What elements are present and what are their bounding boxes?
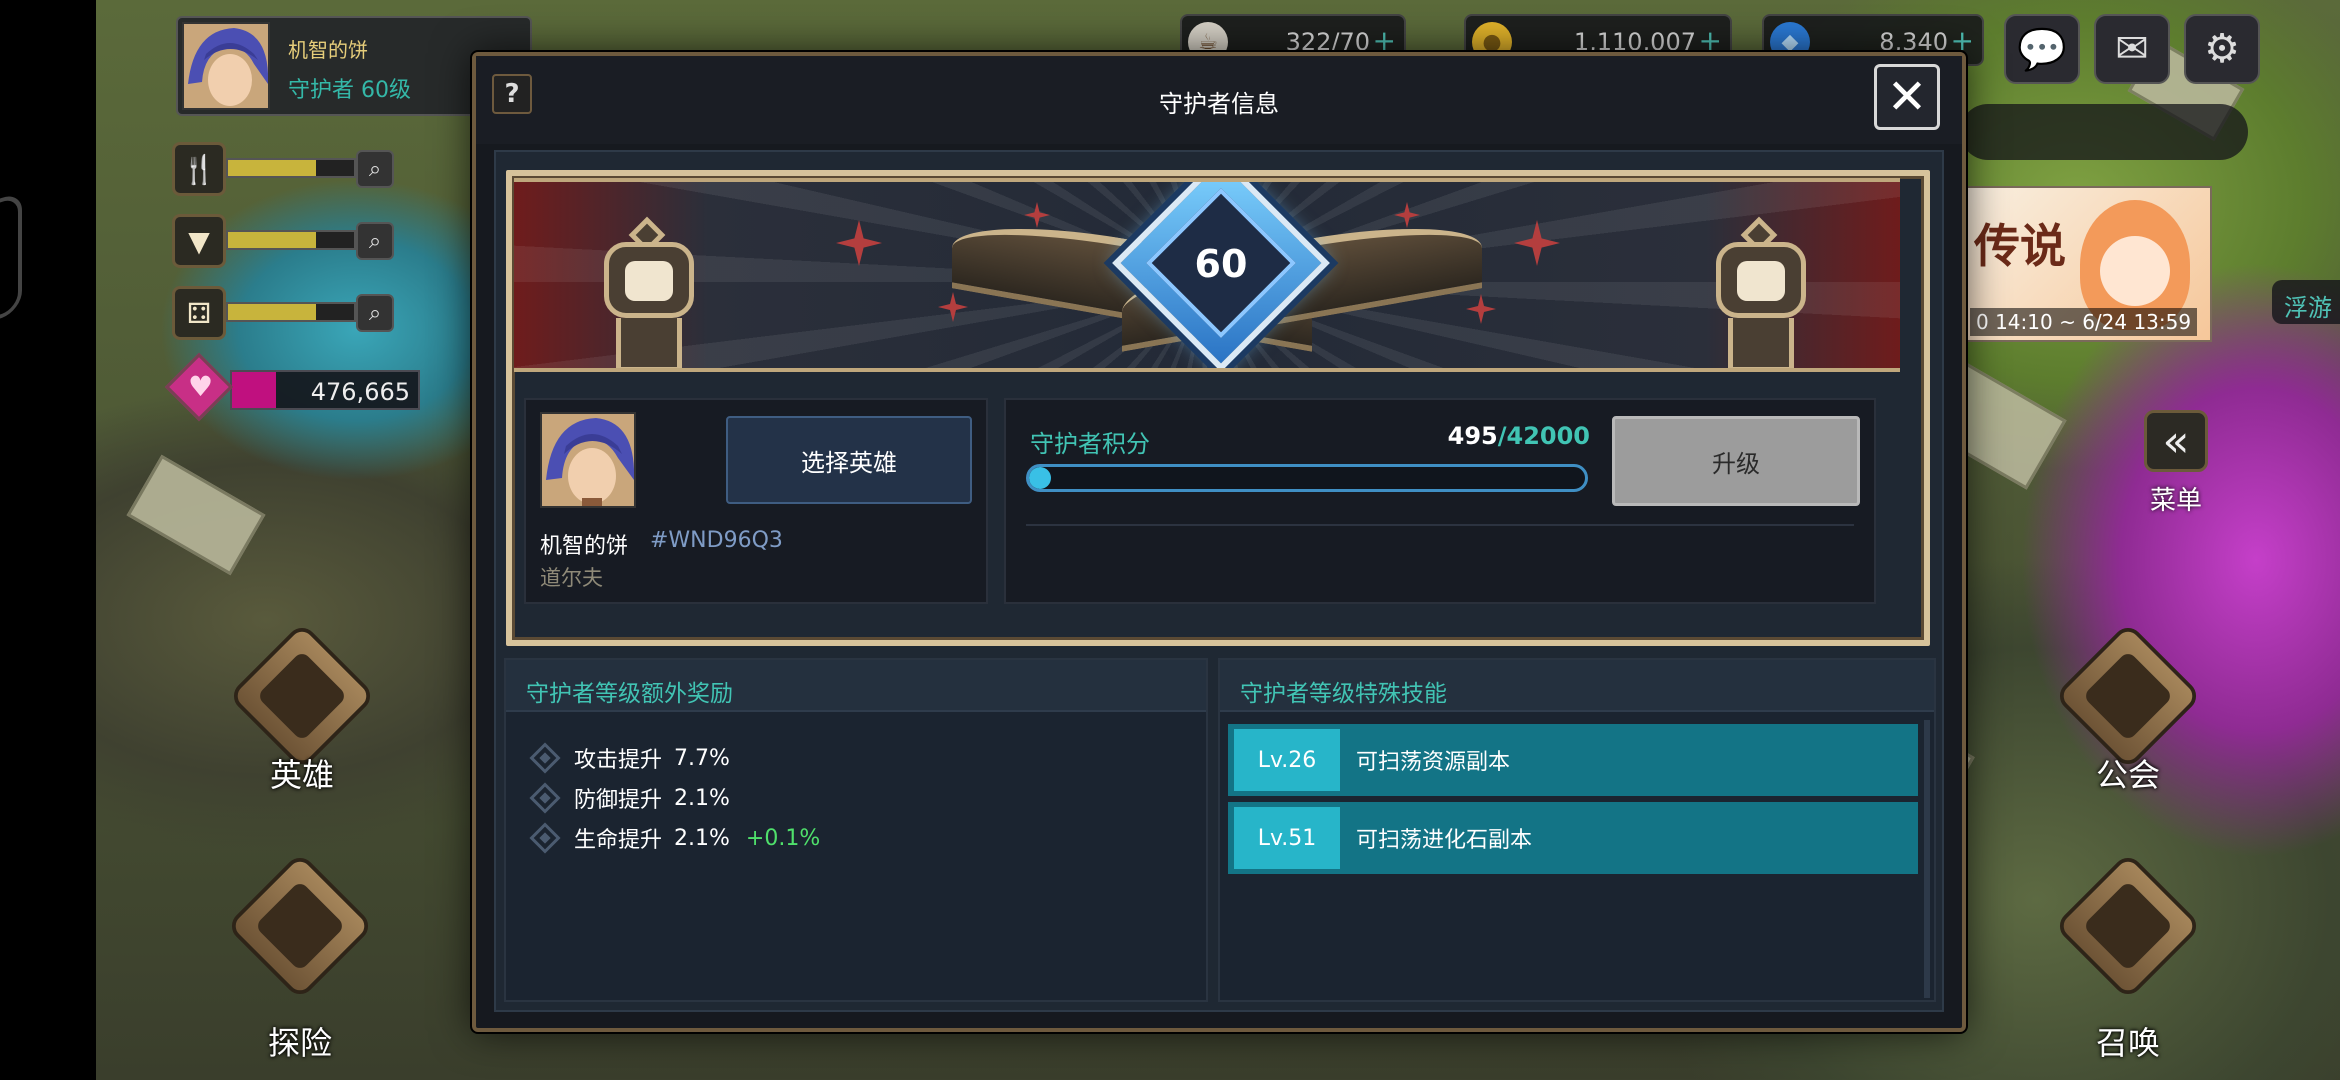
heart-gem-counter[interactable]: 476,665 ♥ (164, 352, 420, 422)
banner-date: 0 14:10 ~ 6/24 13:59 (1970, 308, 2198, 336)
gem-bar: 476,665 (230, 370, 420, 410)
notice-strip (1960, 104, 2248, 160)
bonus-extra: +0.1% (745, 825, 821, 851)
nav-icon-core (2082, 650, 2174, 742)
chat-icon[interactable]: 💬 (2004, 14, 2080, 84)
diamond-bullet-icon (529, 822, 561, 854)
player-name-label: 机智的饼 (540, 534, 629, 559)
nav-explore-label[interactable]: 探险 (268, 1018, 332, 1064)
skill-panel-title: 守护者等级特殊技能 (1220, 660, 1934, 712)
bonus-row: 防御提升 2.1% (526, 778, 730, 818)
special-skill-panel: 守护者等级特殊技能 Lv.26 可扫荡资源副本 Lv.51 可扫荡进化石副本 (1218, 658, 1936, 1002)
points-label: 守护者积分 (1030, 430, 1150, 458)
stone-block (126, 454, 266, 576)
diamond-bullet-icon (529, 782, 561, 814)
dice-icon: ⚃ (172, 286, 226, 340)
star-ornament-icon (938, 292, 968, 322)
menu-collapse-icon[interactable]: « (2144, 410, 2208, 472)
screen-edge (0, 0, 96, 1080)
float-tag[interactable]: 浮游 (2272, 280, 2340, 324)
upgrade-button[interactable]: 升级 (1612, 416, 1860, 506)
guardian-info-dialog: ? 守护者信息 ✕ 60 选择英雄 机智的饼 #WND96Q3 道尔夫 守护者积… (472, 52, 1966, 1032)
divider (1026, 524, 1854, 526)
bonus-panel-title: 守护者等级额外奖励 (506, 660, 1206, 712)
nav-hero-label[interactable]: 英雄 (270, 750, 334, 796)
bonus-label: 防御提升 (574, 788, 663, 813)
event-banner[interactable]: 传说 0 14:10 ~ 6/24 13:59 (1964, 186, 2212, 342)
skill-scrollbar[interactable] (1924, 720, 1930, 998)
star-ornament-icon (1394, 202, 1420, 228)
player-name: 机智的饼 (288, 38, 368, 62)
nav-summon-label[interactable]: 召唤 (2096, 1018, 2160, 1064)
mail-icon[interactable]: ✉ (2094, 14, 2170, 84)
star-ornament-icon (1466, 294, 1496, 324)
star-ornament-icon (1514, 220, 1560, 266)
guardian-level: 60 (1194, 242, 1248, 286)
diamond-bullet-icon (529, 742, 561, 774)
nav-guild-label[interactable]: 公会 (2096, 750, 2160, 796)
menu-label: 菜单 (2150, 486, 2203, 516)
resource-bar (226, 302, 356, 322)
hero-avatar (540, 412, 636, 508)
guardian-points-panel: 守护者积分 495/42000 升级 (1004, 398, 1876, 604)
resource-food: 🍴 ⌕ (172, 142, 412, 198)
points-progress-fill (1029, 467, 1052, 489)
dialog-header: ? 守护者信息 ✕ (476, 56, 1962, 144)
nav-icon-core (2082, 880, 2174, 972)
nav-icon-core (256, 650, 348, 742)
player-id: #WND96Q3 (650, 528, 783, 553)
food-icon: 🍴 (172, 142, 226, 196)
bonus-value: 2.1% (674, 785, 730, 811)
skill-row: Lv.26 可扫荡资源副本 (1228, 724, 1918, 796)
search-icon[interactable]: ⌕ (356, 150, 394, 188)
guardian-robot-icon (1706, 216, 1816, 368)
bonus-label: 攻击提升 (574, 748, 663, 773)
resource-bar (226, 230, 356, 250)
guardian-robot-icon (594, 216, 704, 368)
skill-text: 可扫荡进化石副本 (1356, 828, 1533, 853)
edge-notch (0, 190, 22, 330)
drink-icon: ▼ (172, 214, 226, 268)
points-progress-bar (1026, 464, 1588, 492)
search-icon[interactable]: ⌕ (356, 222, 394, 260)
resource-bar (226, 158, 356, 178)
nav-icon-core (254, 880, 346, 972)
resource-fill (228, 304, 317, 320)
bonus-value: 7.7% (674, 745, 730, 771)
resource-fill (228, 160, 317, 176)
points-max: /42000 (1497, 422, 1590, 450)
player-avatar[interactable] (182, 22, 270, 110)
search-icon[interactable]: ⌕ (356, 294, 394, 332)
star-ornament-icon (836, 220, 882, 266)
bonus-row: 生命提升 2.1% +0.1% (526, 818, 820, 858)
resource-fill (228, 232, 317, 248)
dialog-title: 守护者信息 (1159, 90, 1279, 118)
skill-text: 可扫荡资源副本 (1356, 750, 1511, 775)
heart-icon: ♥ (188, 370, 214, 403)
resource-dice: ⚃ ⌕ (172, 286, 412, 342)
skill-level-badge: Lv.51 (1234, 807, 1340, 869)
bonus-row: 攻击提升 7.7% (526, 738, 730, 778)
select-hero-button[interactable]: 选择英雄 (726, 416, 972, 504)
points-value: 495/42000 (1426, 422, 1590, 450)
gem-fill (232, 372, 276, 408)
bonus-label: 生命提升 (574, 828, 663, 853)
skill-level-badge: Lv.26 (1234, 729, 1340, 791)
points-current: 495 (1447, 422, 1498, 450)
skill-row: Lv.51 可扫荡进化石副本 (1228, 802, 1918, 874)
player-class: 道尔夫 (540, 566, 603, 590)
dialog-body: 60 选择英雄 机智的饼 #WND96Q3 道尔夫 守护者积分 495/4200… (494, 150, 1944, 1012)
player-level: 守护者 60级 (288, 78, 411, 103)
gem-value: 476,665 (310, 378, 410, 406)
rank-banner: 60 (514, 178, 1900, 372)
star-ornament-icon (1024, 202, 1050, 228)
close-button[interactable]: ✕ (1874, 64, 1940, 130)
banner-title: 传说 (1974, 219, 2066, 273)
resource-drink: ▼ ⌕ (172, 214, 412, 270)
gear-icon[interactable]: ⚙ (2184, 14, 2260, 84)
level-bonus-panel: 守护者等级额外奖励 攻击提升 7.7% 防御提升 2.1% 生命提升 2.1% … (504, 658, 1208, 1002)
bonus-value: 2.1% (674, 825, 730, 851)
player-info-panel: 选择英雄 机智的饼 #WND96Q3 道尔夫 (524, 398, 988, 604)
